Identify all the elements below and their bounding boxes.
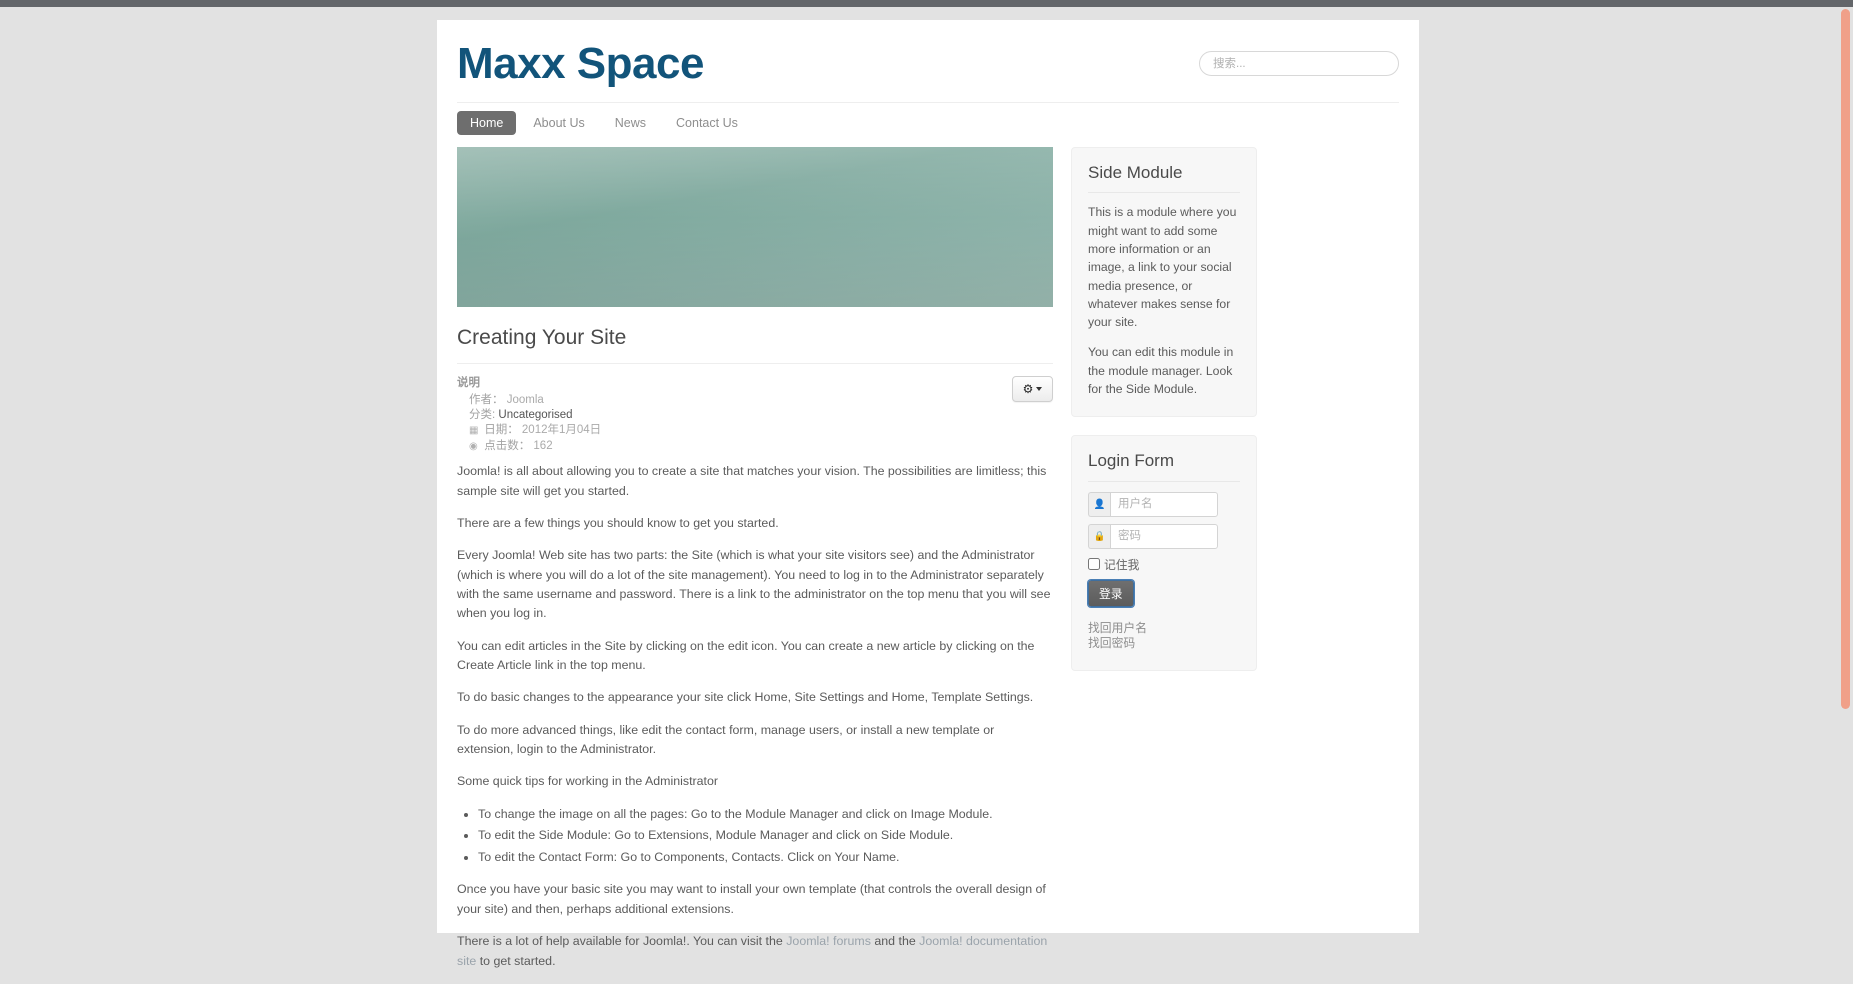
article-paragraph: To do more advanced things, like edit th…: [457, 722, 995, 756]
login-form-module: Login Form 👤 🔒 记住我 登录: [1071, 435, 1257, 671]
nav-item-news[interactable]: News: [602, 111, 659, 136]
article-hits-label: 点击数：: [484, 439, 531, 452]
article-info-block: 说明 作者： Joomla 分类: Uncategorised ▦ 日期： 20…: [457, 376, 601, 454]
site-header: Maxx Space: [457, 20, 1399, 102]
article-paragraph: To do basic changes to the appearance yo…: [457, 690, 1034, 705]
browser-top-chrome-bar: [0, 0, 1853, 7]
site-title: Maxx Space: [457, 39, 704, 88]
side-module: Side Module This is a module where you m…: [1071, 147, 1257, 418]
help-prefix-text: There is a lot of help available for Joo…: [457, 934, 787, 949]
article-body: Joomla! is all about allowing you to cre…: [457, 462, 1053, 971]
article-title: Creating Your Site: [457, 325, 1053, 365]
username-field-group: 👤: [1088, 491, 1240, 517]
banner-sheen-overlay: [457, 147, 1053, 307]
list-item: To edit the Side Module: Go to Extension…: [478, 826, 1053, 846]
article-date-line: ▦ 日期： 2012年1月04日: [457, 423, 601, 438]
article-date-label: 日期：: [484, 424, 519, 437]
header-banner-image: [457, 147, 1053, 307]
gear-icon: ⚙: [1022, 382, 1034, 397]
remember-me-label: 记住我: [1104, 557, 1140, 572]
forgot-password-link[interactable]: 找回密码: [1088, 636, 1240, 652]
help-suffix-text: to get started.: [476, 953, 556, 968]
sidebar-column: Side Module This is a module where you m…: [1071, 147, 1257, 984]
nav-item-about-us[interactable]: About Us: [520, 111, 597, 136]
list-item: To edit the Contact Form: Go to Componen…: [478, 848, 1053, 868]
article-category-value: Uncategorised: [498, 409, 573, 421]
article-paragraph: Every Joomla! Web site has two parts: th…: [457, 548, 1051, 621]
article-meta-row: 说明 作者： Joomla 分类: Uncategorised ▦ 日期： 20…: [457, 376, 1053, 454]
article-date-value: 2012年1月04日: [521, 424, 602, 437]
chevron-down-icon: [1036, 387, 1043, 392]
article-actions-button[interactable]: ⚙: [1012, 376, 1053, 403]
eye-icon: ◉: [469, 440, 478, 452]
login-form-title: Login Form: [1088, 451, 1240, 482]
article-category-line: 分类: Uncategorised: [457, 408, 601, 423]
article-paragraph: Some quick tips for working in the Admin…: [457, 774, 719, 789]
remember-me-checkbox[interactable]: [1088, 558, 1100, 571]
article-paragraph: There are a few things you should know t…: [457, 515, 779, 530]
remember-me-row: 记住我: [1088, 556, 1240, 573]
user-icon: 👤: [1088, 491, 1110, 517]
article-category-label: 分类:: [469, 409, 496, 421]
side-module-title: Side Module: [1088, 163, 1240, 194]
page-body: Creating Your Site 说明 作者： Joomla 分类: Unc…: [457, 147, 1399, 984]
main-content-column: Creating Your Site 说明 作者： Joomla 分类: Unc…: [457, 147, 1053, 984]
article-hits-line: ◉ 点击数： 162: [457, 439, 601, 454]
side-module-paragraph: This is a module where you might want to…: [1088, 205, 1237, 330]
article-paragraph: You can edit articles in the Site by cli…: [457, 638, 1035, 672]
login-help-links: 找回用户名 找回密码: [1088, 621, 1240, 652]
joomla-forums-link[interactable]: Joomla! forums: [786, 934, 871, 948]
calendar-icon: ▦: [469, 425, 479, 437]
vertical-scrollbar[interactable]: [1837, 7, 1853, 933]
list-item: To change the image on all the pages: Go…: [478, 805, 1053, 825]
help-middle-text: and the: [870, 934, 920, 949]
nav-item-home[interactable]: Home: [457, 110, 517, 136]
article-author-label: 作者：: [469, 393, 504, 406]
lock-icon: 🔒: [1088, 523, 1110, 549]
article-hits-value: 162: [533, 439, 553, 452]
article-author-line: 作者： Joomla: [457, 393, 601, 408]
password-input[interactable]: [1110, 523, 1218, 549]
password-field-group: 🔒: [1088, 523, 1240, 549]
article-paragraph: Joomla! is all about allowing you to cre…: [457, 464, 1047, 498]
quick-tips-list: To change the image on all the pages: Go…: [457, 805, 1053, 868]
nav-item-contact-us[interactable]: Contact Us: [663, 111, 751, 136]
article-author-value: Joomla: [506, 393, 544, 406]
article-info-heading: 说明: [457, 377, 480, 390]
login-submit-button[interactable]: 登录: [1088, 579, 1134, 607]
main-navigation: Home About Us News Contact Us: [457, 102, 1399, 137]
scrollbar-thumb[interactable]: [1841, 9, 1850, 709]
site-page-container: Maxx Space Home About Us News Contact Us…: [437, 20, 1419, 968]
side-module-paragraph: You can edit this module in the module m…: [1088, 345, 1234, 397]
browser-viewport: Maxx Space Home About Us News Contact Us…: [0, 7, 1853, 968]
article-paragraph: Once you have your basic site you may wa…: [457, 882, 1046, 916]
article-help-paragraph: There is a lot of help available for Joo…: [457, 932, 1053, 971]
forgot-username-link[interactable]: 找回用户名: [1088, 621, 1240, 637]
username-input[interactable]: [1110, 491, 1218, 517]
search-input[interactable]: [1199, 51, 1399, 76]
